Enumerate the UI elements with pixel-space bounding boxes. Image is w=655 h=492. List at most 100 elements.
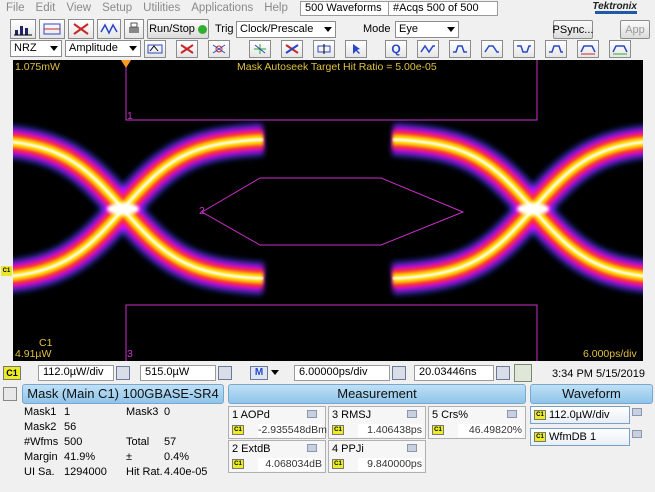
measurement-extdb[interactable]: 2 ExtdB C1 4.068034dB <box>228 440 326 473</box>
run-stop-button[interactable]: Run/Stop <box>147 19 209 39</box>
eye-icon-7[interactable] <box>609 40 631 58</box>
menu-file[interactable]: File <box>6 2 25 14</box>
mask-stat-row: Margin 41.9% ±0.4% <box>0 451 226 466</box>
main-timebase-button[interactable]: M <box>250 366 268 380</box>
eye-icon-5[interactable] <box>545 40 567 58</box>
mask-stat-value: 1 <box>64 406 71 418</box>
thermometer-icon[interactable] <box>514 364 532 382</box>
eye-icon-4[interactable] <box>513 40 535 58</box>
mask-region-2[interactable] <box>201 177 465 246</box>
coding-select[interactable]: NRZ <box>10 40 62 57</box>
measurement-crs[interactable]: 5 Crs% C1 46.49820% <box>428 406 526 439</box>
amplitude-select[interactable]: Amplitude <box>65 40 141 57</box>
q-icon[interactable]: Q <box>385 40 407 58</box>
psync-label: PSync... <box>552 23 594 36</box>
eye-icon-6[interactable] <box>577 40 599 58</box>
chevron-down-icon <box>447 27 455 32</box>
c1-channel-button[interactable]: C1 <box>3 366 21 380</box>
wave-toggle-icon[interactable] <box>313 40 335 58</box>
app-button[interactable]: App <box>620 20 650 39</box>
timebase-readout: 6.000ps/div <box>583 348 637 360</box>
eye-icon-1[interactable] <box>417 40 439 58</box>
menu-setup[interactable]: Setup <box>102 2 132 14</box>
right-gutter <box>643 60 655 361</box>
print-icon[interactable] <box>124 19 144 39</box>
waveform-scale-button[interactable]: C1 112.0µW/div <box>530 406 630 424</box>
mask-stat-label: UI Sa. <box>24 466 55 478</box>
wave-x-icon[interactable] <box>249 40 271 58</box>
waveform-panel-title[interactable]: Waveform <box>530 384 653 404</box>
mask-panel: Mask (Main C1) 100GBASE-SR4 Mask1 1 Mask3 0… <box>0 384 226 492</box>
histogram-icon[interactable] <box>10 19 36 39</box>
clear-icon[interactable] <box>176 40 198 58</box>
run-indicator-icon <box>197 24 207 34</box>
cursor-icon[interactable] <box>345 40 367 58</box>
mask-stat-value: 41.9% <box>64 451 96 463</box>
clear-data-icon[interactable] <box>68 19 94 39</box>
clock-readout: 3:34 PM 5/15/2019 <box>552 368 645 380</box>
mask-panel-title[interactable]: Mask (Main C1) 100GBASE-SR4 <box>22 384 224 404</box>
scope-display[interactable]: 1.075mW Mask Autoseek Target Hit Ratio =… <box>13 60 643 361</box>
mask-stat-label: Mask2 <box>24 421 57 433</box>
autoset-icon[interactable] <box>144 40 166 58</box>
trig-label: Trig <box>215 23 234 35</box>
mode-select[interactable]: Eye <box>395 21 459 38</box>
eye-icon-2[interactable] <box>449 40 471 58</box>
wave-delete-icon[interactable] <box>208 40 230 58</box>
menu-help[interactable]: Help <box>264 2 288 14</box>
menu-applications[interactable]: Applications <box>191 2 253 14</box>
coding-value: NRZ <box>14 42 37 54</box>
waveform-flag-icon <box>632 430 642 438</box>
measurement-ppji[interactable]: 4 PPJi C1 9.840000ps <box>328 440 426 473</box>
menu-utilities[interactable]: Utilities <box>143 2 180 14</box>
menu-lines-icon[interactable] <box>3 387 17 401</box>
chevron-down-icon <box>324 27 332 32</box>
mask-stat-value: 0.4% <box>164 451 190 463</box>
wave-icon[interactable] <box>97 19 121 39</box>
mask-icon[interactable] <box>281 40 303 58</box>
mask-stat-label: ± <box>126 451 133 463</box>
status-row: C1 112.0µW/div 515.0µW M 6.00000ps/div 2… <box>0 362 655 384</box>
m-label: M <box>254 367 264 378</box>
c1-level-marker[interactable]: C1 <box>1 266 12 276</box>
measurement-value: -2.935548dBm <box>258 424 327 437</box>
c1-source-icon: C1 <box>232 459 244 469</box>
c1-source-icon: C1 <box>332 459 344 469</box>
measurement-flag-icon <box>507 410 517 418</box>
measurement-aopd[interactable]: 1 AOPd C1 -2.935548dBm <box>228 406 327 439</box>
run-stop-label: Run/Stop <box>149 23 195 35</box>
measurement-value: 9.840000ps <box>358 458 422 471</box>
chevron-down-icon[interactable] <box>271 370 279 375</box>
eye-crossing-point <box>107 203 139 215</box>
keypad-icon[interactable] <box>116 366 130 380</box>
mask-stat-label: Mask3 <box>126 406 159 418</box>
mask-stat-value: 0 <box>164 406 171 418</box>
timebase-field[interactable]: 6.00000ps/div <box>294 365 390 381</box>
measurement-flag-icon <box>307 410 317 418</box>
measurement-rmsj[interactable]: 3 RMSJ C1 1.406438ps <box>328 406 426 439</box>
psync-button[interactable]: PSync... <box>553 20 593 39</box>
keypad-icon[interactable] <box>392 366 406 380</box>
vertical-offset-field[interactable]: 515.0µW <box>140 365 216 381</box>
toolbar-main: Run/Stop Trig Clock/Prescale Mode Eye PS… <box>0 17 655 41</box>
trigger-marker-icon[interactable] <box>121 60 131 68</box>
waveform-database-button[interactable]: C1 WfmDB 1 <box>530 428 630 446</box>
menu-edit[interactable]: Edit <box>36 2 56 14</box>
menu-view[interactable]: View <box>66 2 91 14</box>
scale-icon[interactable] <box>39 19 65 39</box>
measurement-panel-title[interactable]: Measurement <box>228 384 526 404</box>
trigger-select[interactable]: Clock/Prescale <box>236 21 336 38</box>
mask-region-3[interactable] <box>125 304 538 361</box>
measurement-label: 2 ExtdB <box>232 443 271 455</box>
measurement-flag-icon <box>407 444 417 452</box>
waveform-database-label: WfmDB 1 <box>549 431 597 443</box>
eye-icon-3[interactable] <box>481 40 503 58</box>
c1-source-icon: C1 <box>534 432 546 443</box>
mask-stat-value: 4.40e-05 <box>164 466 208 478</box>
mask-stat-label: #Wfms <box>24 436 59 448</box>
keypad-icon[interactable] <box>218 366 232 380</box>
vertical-scale-field[interactable]: 112.0µW/div <box>38 365 114 381</box>
keypad-icon[interactable] <box>496 366 510 380</box>
horizontal-position-field[interactable]: 20.03446ns <box>414 365 494 381</box>
eye-crossing-point <box>517 203 549 215</box>
